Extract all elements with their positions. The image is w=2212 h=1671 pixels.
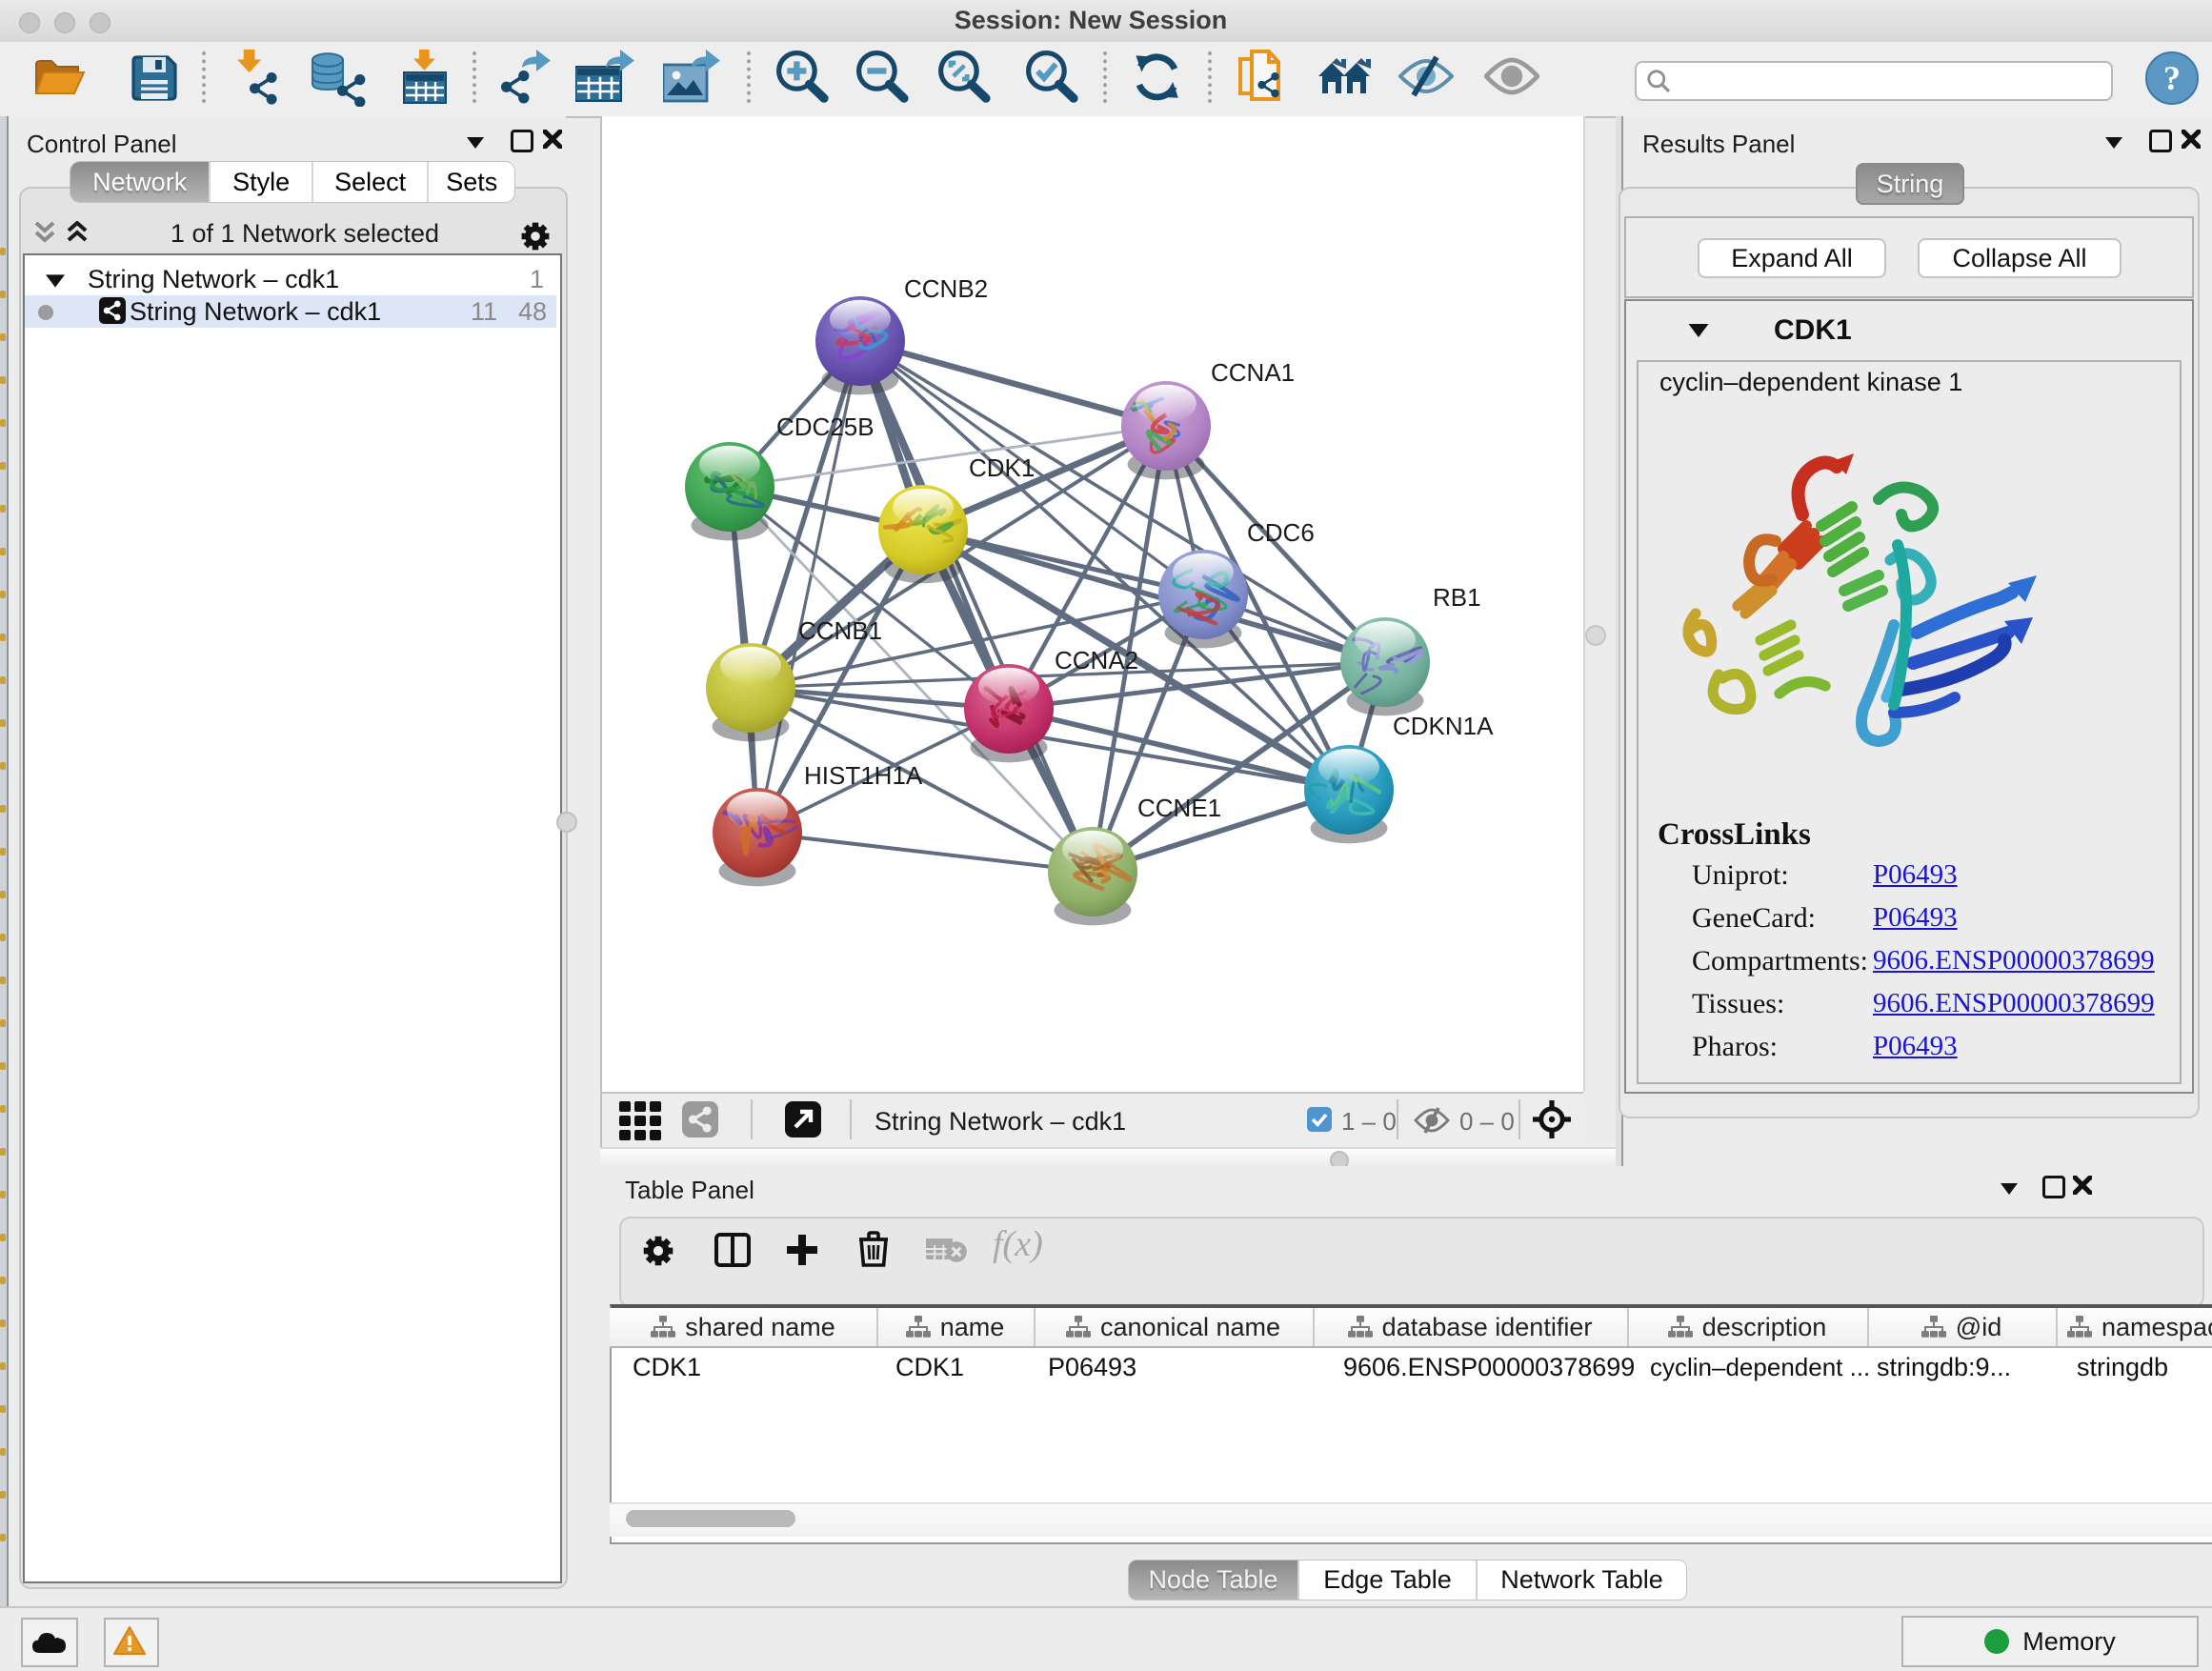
svg-text:CCNA2: CCNA2 — [1055, 646, 1138, 674]
svg-text:CCNA1: CCNA1 — [1211, 358, 1295, 387]
svg-text:CDK1: CDK1 — [969, 453, 1035, 482]
svg-text:CDC6: CDC6 — [1247, 518, 1315, 547]
svg-text:RB1: RB1 — [1433, 583, 1481, 612]
svg-text:CCNB2: CCNB2 — [904, 274, 988, 303]
svg-text:CCNB1: CCNB1 — [798, 616, 882, 645]
svg-text:CDC25B: CDC25B — [776, 413, 875, 441]
svg-text:HIST1H1A: HIST1H1A — [804, 761, 923, 790]
svg-text:CCNE1: CCNE1 — [1137, 794, 1221, 822]
svg-text:CDKN1A: CDKN1A — [1393, 712, 1494, 740]
